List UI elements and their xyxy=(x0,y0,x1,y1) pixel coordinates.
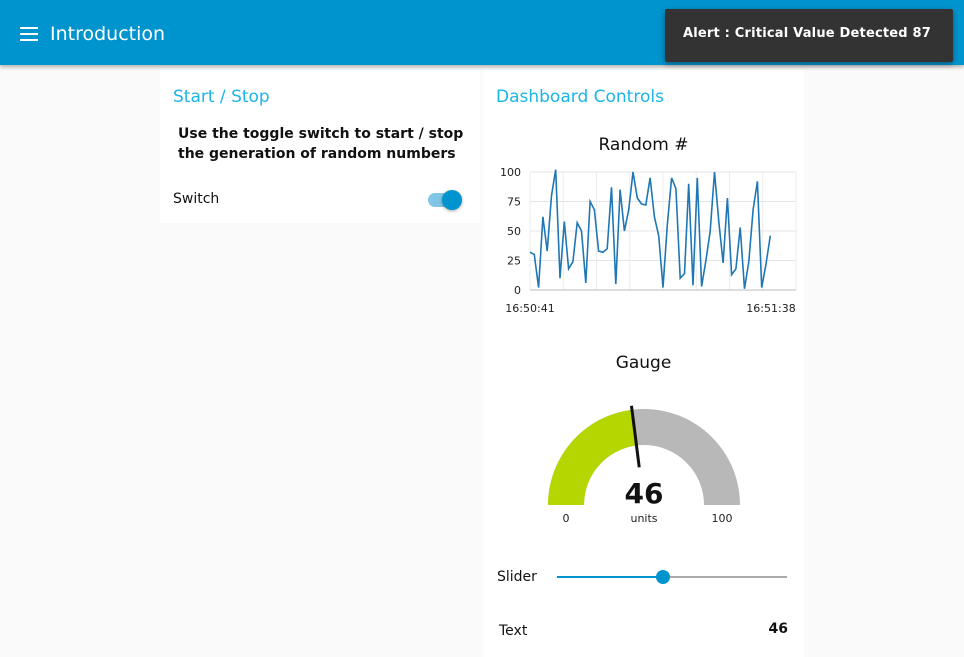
chart-title: Random # xyxy=(598,135,689,155)
x-tick-label: 16:51:38 xyxy=(746,302,795,315)
value-slider[interactable] xyxy=(557,568,787,588)
group-title-dashboard-controls: Dashboard Controls xyxy=(496,87,664,107)
y-tick-label: 0 xyxy=(514,284,521,297)
slider-track-fill xyxy=(557,576,663,578)
dashboard-controls-group: Dashboard Controls Random # 0 25 50 75 100 16… xyxy=(483,70,804,657)
alert-toast[interactable]: Alert : Critical Value Detected 87 xyxy=(665,9,953,62)
y-tick-label: 25 xyxy=(507,255,521,268)
series-line xyxy=(529,169,772,289)
y-tick-label: 75 xyxy=(507,196,521,209)
start-stop-toggle[interactable] xyxy=(428,189,464,211)
start-stop-group: Start / Stop Use the toggle switch to st… xyxy=(160,70,480,223)
gauge-units: units xyxy=(630,512,657,525)
switch-label: Switch xyxy=(173,191,220,207)
gauge-widget: 46 units 0 100 xyxy=(548,405,740,525)
y-tick-label: 100 xyxy=(500,166,521,179)
page-title: Introduction xyxy=(50,23,166,45)
gauge-fill xyxy=(548,409,637,505)
gauge-value: 46 xyxy=(625,477,664,510)
slider-label: Slider xyxy=(497,569,537,585)
gauge-min-label: 0 xyxy=(563,512,570,525)
text-value: 46 xyxy=(768,621,788,637)
instruction-text: Use the toggle switch to start / stop th… xyxy=(178,126,464,162)
gauge-max-label: 100 xyxy=(712,512,733,525)
group-title-start-stop: Start / Stop xyxy=(173,87,270,107)
gauge-title: Gauge xyxy=(615,353,672,373)
random-number-chart: 0 25 50 75 100 16:50:41 16:51:38 xyxy=(500,166,797,315)
slider-thumb[interactable] xyxy=(655,570,670,584)
y-tick-label: 50 xyxy=(507,225,521,238)
toggle-thumb[interactable] xyxy=(442,190,462,210)
alert-message: Alert : Critical Value Detected 87 xyxy=(683,26,932,41)
text-label: Text xyxy=(499,623,528,639)
x-tick-label: 16:50:41 xyxy=(505,302,554,315)
menu-icon[interactable] xyxy=(20,27,38,41)
